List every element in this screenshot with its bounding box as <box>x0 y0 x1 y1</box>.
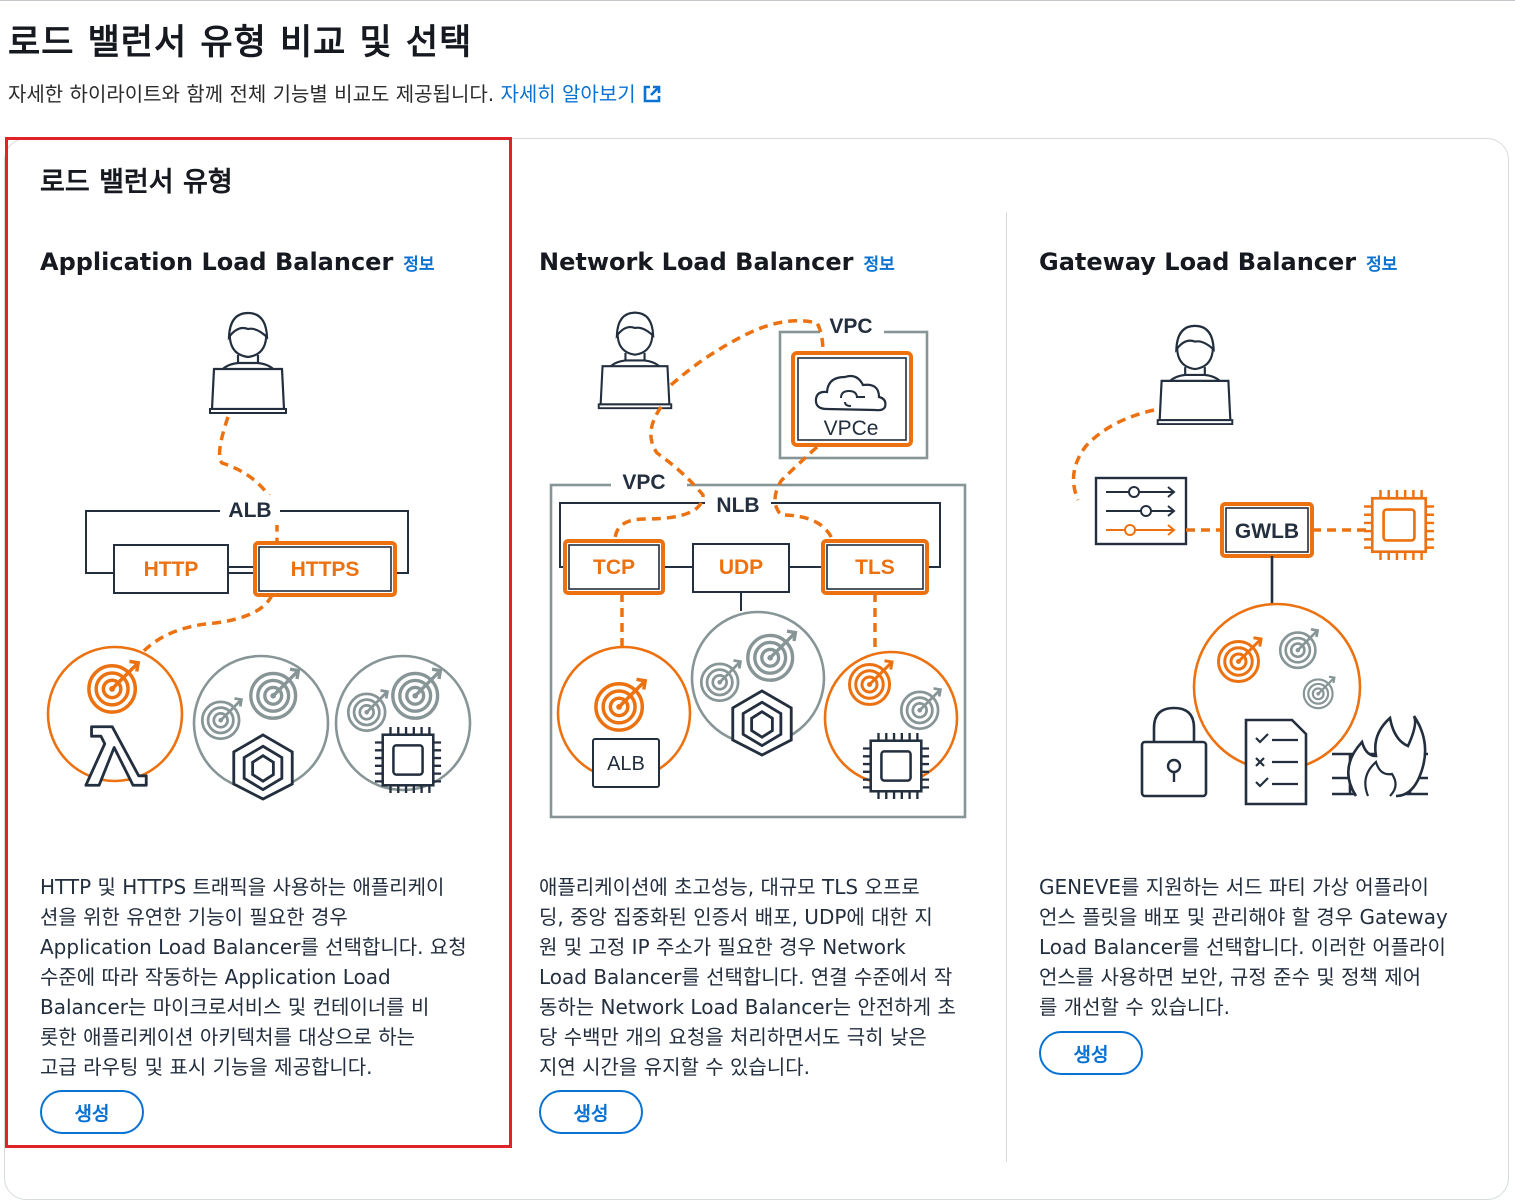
learn-more-label: 자세히 알아보기 <box>500 82 636 106</box>
compliance-checklist-icon <box>1244 718 1308 806</box>
udp-label: UDP <box>719 556 763 579</box>
alb-desc-line: 수준에 따라 작동하는 Application Load <box>40 965 391 989</box>
tls-label: TLS <box>855 556 895 579</box>
page-subtitle-text: 자세한 하이라이트와 함께 전체 기능별 비교도 제공됩니다. <box>8 82 495 106</box>
gwlb-card-title: Gateway Load Balancer 정보 <box>1039 248 1397 276</box>
nlb-info-link[interactable]: 정보 <box>864 255 895 275</box>
nlb-desc-line: 당 수백만 개의 요청을 처리하면서도 극히 낮은 <box>539 1025 927 1049</box>
nlb-card-title: Network Load Balancer 정보 <box>539 248 895 276</box>
alb-desc-line: Balancer는 마이크로서비스 및 컨테이너를 비 <box>40 995 430 1019</box>
vpce-label: VPCe <box>824 417 879 440</box>
nlb-desc-line: 딩, 중앙 집중화된 인증서 배포, UDP에 대한 지 <box>539 905 933 929</box>
gwlb-desc-line: GENEVE를 지원하는 서드 파티 가상 어플라이 <box>1039 875 1429 899</box>
gwlb-label: GWLB <box>1235 520 1299 543</box>
alb-desc-line: 고급 라우팅 및 표시 기능을 제공합니다. <box>40 1055 373 1079</box>
nlb-desc-line: 애플리케이션에 초고성능, 대규모 TLS 오프로 <box>539 875 920 899</box>
user-laptop-icon <box>1156 324 1234 426</box>
user-laptop-icon <box>597 311 673 410</box>
gwlb-desc-line: 언스 플릿을 배포 및 관리해야 할 경우 Gateway <box>1039 905 1448 929</box>
nlb-vpc-label: VPC <box>622 471 665 494</box>
gwlb-desc-line: 언스를 사용하면 보안, 규정 준수 및 정책 제어 <box>1039 965 1422 989</box>
alb-diagram: ALB HTTP HTTPS <box>46 311 472 801</box>
gwlb-desc-line: 를 개선할 수 있습니다. <box>1039 995 1231 1019</box>
alb-target-label: ALB <box>607 753 645 775</box>
vpce-vpc-label: VPC <box>829 315 872 338</box>
alb-desc-line: 롯한 애플리케이션 아키텍처를 대상으로 하는 <box>40 1025 416 1049</box>
nlb-diagram: VPC NLB VPC VPCe TCP UDP TLS ALB <box>549 311 967 819</box>
user-laptop-icon <box>208 311 288 415</box>
tcp-label: TCP <box>593 556 635 579</box>
create-nlb-button[interactable]: 생성 <box>539 1090 643 1134</box>
alb-group-label: ALB <box>228 499 271 522</box>
nlb-desc-line: Load Balancer를 선택합니다. 연결 수준에서 작 <box>539 965 953 989</box>
gwlb-info-link[interactable]: 정보 <box>1366 255 1397 275</box>
alb-desc-line: HTTP 및 HTTPS 트래픽을 사용하는 애플리케이 <box>40 875 445 899</box>
nlb-title-text: Network Load Balancer <box>539 248 854 276</box>
alb-info-link[interactable]: 정보 <box>403 255 434 275</box>
nlb-group-label: NLB <box>716 494 759 517</box>
learn-more-link[interactable]: 자세히 알아보기 <box>500 82 661 106</box>
gwlb-description: GENEVE를 지원하는 서드 파티 가상 어플라이 언스 플릿을 배포 및 관… <box>1039 872 1489 1022</box>
gwlb-diagram: GWLB <box>1071 324 1436 806</box>
http-label: HTTP <box>144 558 199 581</box>
alb-title-text: Application Load Balancer <box>40 248 394 276</box>
top-divider <box>0 0 1515 1</box>
nlb-desc-line: 원 및 고정 IP 주소가 필요한 경우 Network <box>539 935 906 959</box>
alb-desc-line: 션을 위한 유연한 기능이 필요한 경우 <box>40 905 348 929</box>
instance-chip-icon <box>861 731 931 801</box>
https-label: HTTPS <box>291 558 360 581</box>
alb-description: HTTP 및 HTTPS 트래픽을 사용하는 애플리케이 션을 위한 유연한 기… <box>40 872 500 1082</box>
nlb-desc-line: 동하는 Network Load Balancer는 안전하게 초 <box>539 995 956 1019</box>
lock-icon <box>1140 706 1208 798</box>
create-alb-button[interactable]: 생성 <box>40 1090 144 1134</box>
page-subtitle: 자세한 하이라이트와 함께 전체 기능별 비교도 제공됩니다. 자세히 알아보기 <box>8 78 662 107</box>
nlb-description: 애플리케이션에 초고성능, 대규모 TLS 오프로 딩, 중앙 집중화된 인증서… <box>539 872 999 1082</box>
alb-desc-line: Application Load Balancer를 선택합니다. 요청 <box>40 935 467 959</box>
nlb-desc-line: 지연 시간을 유지할 수 있습니다. <box>539 1055 810 1079</box>
gwlb-desc-line: Load Balancer를 선택합니다. 이러한 어플라이 <box>1039 935 1446 959</box>
instance-chip-icon <box>1362 488 1436 562</box>
page-title: 로드 밸런서 유형 비교 및 선택 <box>8 23 473 63</box>
alb-card-title: Application Load Balancer 정보 <box>40 248 435 276</box>
column-divider <box>1006 212 1007 1162</box>
external-link-icon <box>643 85 660 103</box>
create-gwlb-button[interactable]: 생성 <box>1039 1031 1143 1075</box>
gwlb-title-text: Gateway Load Balancer <box>1039 248 1357 276</box>
instance-chip-icon <box>373 725 443 795</box>
section-title: 로드 밸런서 유형 <box>40 167 233 198</box>
